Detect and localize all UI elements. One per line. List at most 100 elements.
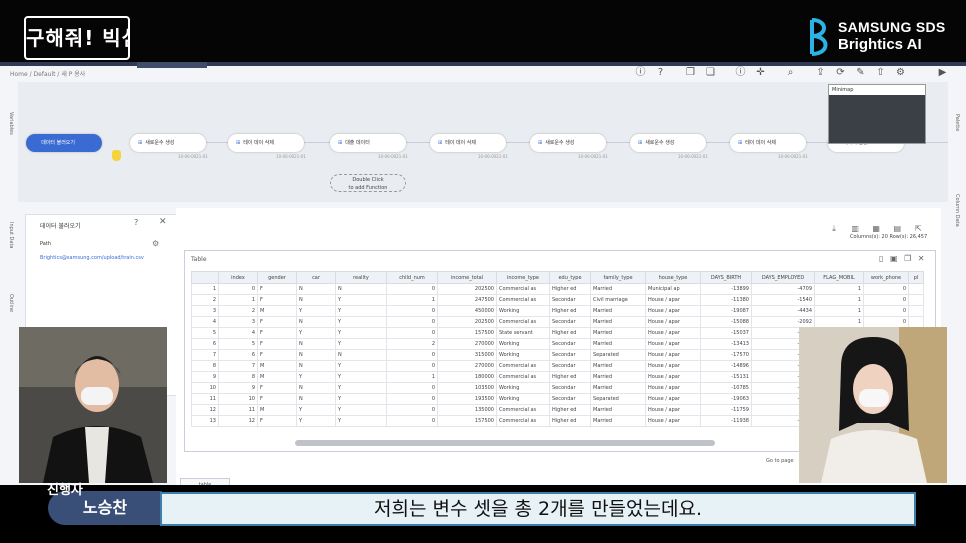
column-header[interactable]: DAYS_EMPLOYED (751, 271, 815, 284)
table-cell: 8 (218, 371, 258, 383)
close-icon[interactable]: ✕ (918, 254, 925, 263)
column-header[interactable]: reality (335, 271, 387, 284)
flow-node[interactable]: ⊞ 새로운수 생성 (630, 134, 706, 152)
refresh-icon[interactable]: ⟳ (834, 66, 847, 79)
table-cell: 247500 (437, 294, 497, 306)
settings-icon[interactable]: ⚙ (894, 66, 907, 79)
column-header[interactable]: pl (908, 271, 924, 284)
table-cell: 2 (218, 305, 258, 317)
table-title[interactable]: Table (191, 256, 207, 263)
model-tab[interactable] (137, 62, 207, 68)
table-cell: 12 (218, 415, 258, 427)
gear-icon[interactable]: ⚙ (152, 239, 159, 248)
move-icon[interactable]: ✛ (754, 66, 767, 79)
column-header[interactable] (191, 271, 219, 284)
flow-node-meta: 10-06-0021-01 (778, 154, 808, 159)
table-cell: Married (590, 305, 646, 317)
download-icon[interactable]: ⤓ (826, 224, 842, 234)
copy-icon[interactable]: ❐ (904, 254, 911, 263)
table-cell: 4 (218, 327, 258, 339)
flow-node[interactable]: ⊞ 테이 데이 삭제 (430, 134, 506, 152)
share-icon[interactable]: ⇧ (874, 66, 887, 79)
horizontal-scrollbar[interactable] (295, 440, 715, 446)
flow-node[interactable]: ⊞ 데이터 불러오기 (26, 134, 102, 152)
path-value-link[interactable]: Brightics@samsung.com/upload/train.csv (40, 255, 144, 261)
edit-icon[interactable]: ✎ (854, 66, 867, 79)
info-icon[interactable]: ⓘ (634, 66, 647, 79)
table-cell: 10 (218, 393, 258, 405)
function-icon: ⊞ (738, 140, 743, 146)
flow-node[interactable]: ⊞ 테이 데이 삭제 (228, 134, 304, 152)
column-header[interactable]: family_type (590, 271, 646, 284)
table-cell: -19063 (700, 393, 752, 405)
column-header[interactable]: DAYS_BIRTH (700, 271, 752, 284)
table-cell: Married (590, 338, 646, 350)
column-header[interactable]: edu_type (549, 271, 591, 284)
table-cell: 450000 (437, 305, 497, 317)
table-cell: House / apar (645, 415, 701, 427)
table-cell: Commercial as (496, 415, 550, 427)
zoom-icon[interactable]: ⌕ (784, 66, 797, 79)
table-cell: M (257, 404, 297, 416)
add-function-line2: to add Function (348, 185, 388, 191)
table-cell: -15088 (700, 316, 752, 328)
side-label-outline[interactable]: Outline (8, 294, 14, 312)
table-cell: Higher ed (549, 283, 591, 295)
export-icon[interactable]: ▣ (890, 254, 898, 263)
table-cell: Higher ed (549, 371, 591, 383)
table-row[interactable]: 2 1 F N Y 1 247500 Commercial as Secondar Civil m… (191, 294, 924, 306)
doc-icon[interactable]: ▯ (879, 254, 883, 263)
flow-node[interactable]: ⊞ 새로운수 생성 (530, 134, 606, 152)
flow-node[interactable]: ⊞ 새로운수 생성 (130, 134, 206, 152)
help-icon[interactable]: ? (654, 66, 667, 79)
side-label-variables[interactable]: Variables (8, 112, 14, 135)
column-header[interactable]: child_num (386, 271, 438, 284)
flow-node-meta: 10-06-0021-01 (578, 154, 608, 159)
table-cell: Married (590, 404, 646, 416)
show-logo: 구해줘! 빅섬 (24, 16, 130, 60)
side-label-column-data[interactable]: Column Data (954, 194, 960, 227)
help-icon[interactable]: ? (134, 218, 138, 227)
layout-icon[interactable]: ▥ (847, 224, 863, 233)
column-header[interactable]: FLAG_MOBIL (814, 271, 864, 284)
minimap[interactable]: Minimap (828, 84, 926, 144)
table-cell: 13 (191, 415, 219, 427)
column-header[interactable]: index (218, 271, 258, 284)
add-function-hint[interactable]: Double Click to add Function (330, 174, 406, 192)
copy-icon[interactable]: ❐ (684, 66, 697, 79)
breadcrumb[interactable]: Home / Default / 새 P 용사 (10, 69, 85, 78)
flow-node-meta: 10-06-0021-01 (378, 154, 408, 159)
properties-icon[interactable]: ⓘ (734, 66, 747, 79)
paste-icon[interactable]: ❏ (704, 66, 717, 79)
table-icon[interactable]: ▤ (889, 224, 905, 233)
table-cell: House / apar (645, 393, 701, 405)
table-cell: Married (590, 327, 646, 339)
table-row[interactable]: 3 2 M Y Y 0 450000 Working Higher ed Married House… (191, 305, 924, 317)
goto-page-label[interactable]: Go to page (766, 458, 794, 464)
table-row[interactable]: 1 0 F N N 0 202500 Commercial as Higher ed Marrie… (191, 283, 924, 295)
table-row[interactable]: 4 3 F N Y 0 202500 Commercial as Secondar Married… (191, 316, 924, 328)
table-cell: 0 (386, 305, 438, 317)
column-header[interactable]: income_type (496, 271, 550, 284)
column-header[interactable]: income_total (437, 271, 497, 284)
side-label-input-data[interactable]: Input Data (8, 222, 14, 248)
column-header[interactable]: work_phone (863, 271, 909, 284)
table-cell: Working (496, 393, 550, 405)
table-cell: N (335, 283, 387, 295)
column-header[interactable]: car (296, 271, 336, 284)
flow-canvas[interactable]: ⊞ 데이터 불러오기 ⊞ 새로운수 생성 10-06-0021-01 ⊞ 테이 데이 삭제 1… (18, 82, 948, 202)
popout-icon[interactable]: ⇱ (910, 224, 926, 233)
flow-node[interactable]: ⊞ 대출 데이터 (330, 134, 406, 152)
table-cell: 12 (191, 404, 219, 416)
table-cell: Higher ed (549, 415, 591, 427)
side-label-palette[interactable]: Palette (954, 114, 960, 131)
export-icon[interactable]: ⇪ (814, 66, 827, 79)
column-header[interactable]: gender (257, 271, 297, 284)
column-header[interactable]: house_type (645, 271, 701, 284)
flow-node[interactable]: ⊞ 테이 데이 삭제 (730, 134, 806, 152)
table-cell: House / apar (645, 294, 701, 306)
close-icon[interactable]: ✕ (159, 217, 167, 227)
grid-icon[interactable]: ▦ (868, 224, 884, 233)
table-cell: 6 (191, 338, 219, 350)
run-icon[interactable]: ▶ (936, 66, 949, 79)
